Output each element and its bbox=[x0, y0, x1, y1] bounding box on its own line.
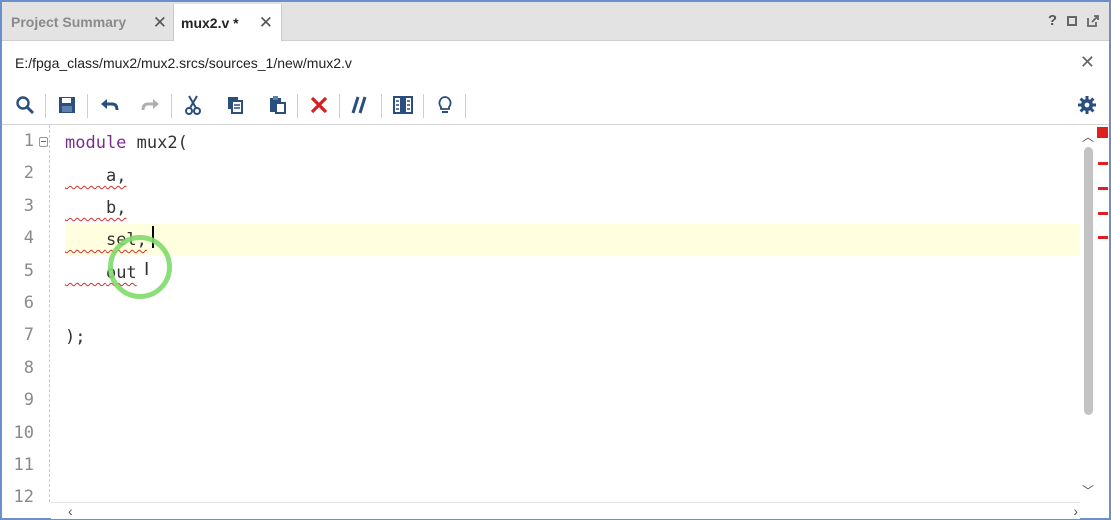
code-line-3: b, bbox=[65, 192, 126, 224]
code-line-1: module mux2( bbox=[65, 127, 188, 159]
tab-label: mux2.v * bbox=[181, 14, 239, 31]
toolbar-separator bbox=[339, 94, 340, 118]
line-number: 8 bbox=[23, 358, 34, 378]
line-number: 3 bbox=[23, 196, 34, 216]
fold-toggle-icon[interactable] bbox=[39, 137, 48, 147]
current-line-highlight bbox=[65, 224, 1080, 256]
lightbulb-icon[interactable] bbox=[434, 94, 456, 116]
horizontal-scrollbar[interactable]: ‹ › bbox=[51, 502, 1080, 519]
window-controls: ? bbox=[1048, 12, 1099, 29]
toolbar-separator bbox=[297, 94, 298, 118]
error-summary-marker[interactable] bbox=[1097, 127, 1108, 138]
code-text: a, bbox=[105, 166, 127, 186]
keyword: module bbox=[65, 133, 127, 153]
error-marker[interactable] bbox=[1098, 162, 1108, 165]
column-icon[interactable] bbox=[392, 94, 414, 116]
error-marker[interactable] bbox=[1098, 236, 1108, 239]
tab-project-summary[interactable]: Project Summary ✕ bbox=[2, 4, 172, 40]
code-text: ); bbox=[65, 327, 86, 347]
vertical-scrollbar[interactable]: ︿ ﹀ bbox=[1080, 125, 1095, 502]
line-number: 1 bbox=[23, 131, 34, 151]
code-text: b, bbox=[105, 198, 127, 218]
code-line-2: a, bbox=[65, 160, 126, 192]
line-number: 12 bbox=[13, 487, 34, 507]
settings-icon[interactable] bbox=[1076, 94, 1098, 116]
toolbar-separator bbox=[423, 94, 424, 118]
code-text-area[interactable]: module mux2( a, b, sel, out ); I bbox=[51, 125, 1080, 502]
scroll-down-icon[interactable]: ﹀ bbox=[1082, 482, 1094, 499]
toolbar-separator bbox=[87, 94, 88, 118]
code-text: mux2( bbox=[126, 133, 188, 153]
line-number: 11 bbox=[13, 455, 34, 475]
file-path-bar: E:/fpga_class/mux2/mux2.srcs/sources_1/n… bbox=[2, 41, 1109, 85]
line-number: 6 bbox=[23, 293, 34, 313]
toolbar-separator bbox=[465, 94, 466, 118]
undo-icon[interactable] bbox=[98, 94, 120, 116]
line-number: 4 bbox=[23, 228, 34, 248]
copy-icon[interactable] bbox=[224, 94, 246, 116]
comment-icon[interactable] bbox=[350, 94, 372, 116]
scroll-up-icon[interactable]: ︿ bbox=[1082, 128, 1094, 145]
scroll-right-icon[interactable]: › bbox=[1073, 503, 1078, 519]
help-icon[interactable]: ? bbox=[1048, 12, 1057, 29]
error-marker[interactable] bbox=[1098, 187, 1108, 190]
error-marker[interactable] bbox=[1098, 212, 1108, 215]
toolbar-separator bbox=[171, 94, 172, 118]
close-icon[interactable]: ✕ bbox=[259, 13, 273, 33]
tab-mux2-v[interactable]: mux2.v * ✕ bbox=[173, 4, 282, 41]
click-indicator bbox=[108, 235, 172, 299]
line-number: 7 bbox=[23, 325, 34, 345]
line-number: 2 bbox=[23, 163, 34, 183]
close-icon[interactable]: ✕ bbox=[1080, 52, 1095, 73]
line-number-gutter: 1 2 3 4 5 6 7 8 9 10 11 12 bbox=[2, 125, 50, 507]
close-icon[interactable]: ✕ bbox=[153, 13, 167, 33]
gutter-divider bbox=[49, 125, 50, 502]
line-number: 9 bbox=[23, 390, 34, 410]
code-editor[interactable]: 1 2 3 4 5 6 7 8 9 10 11 12 module mux2( … bbox=[2, 125, 1109, 507]
tab-label: Project Summary bbox=[11, 14, 127, 30]
tab-bar: Project Summary ✕ mux2.v * ✕ ? bbox=[2, 2, 1109, 41]
scrollbar-thumb[interactable] bbox=[1084, 147, 1093, 415]
delete-icon[interactable] bbox=[308, 94, 330, 116]
cut-icon[interactable] bbox=[182, 94, 204, 116]
save-icon[interactable] bbox=[56, 94, 78, 116]
paste-icon[interactable] bbox=[266, 94, 288, 116]
file-path: E:/fpga_class/mux2/mux2.srcs/sources_1/n… bbox=[15, 55, 352, 71]
redo-icon[interactable] bbox=[140, 94, 162, 116]
error-marker-strip bbox=[1096, 125, 1109, 502]
scroll-left-icon[interactable]: ‹ bbox=[68, 503, 73, 519]
toolbar-separator bbox=[381, 94, 382, 118]
code-line-7: ); bbox=[65, 321, 85, 353]
toolbar-separator bbox=[45, 94, 46, 118]
float-icon[interactable] bbox=[1087, 14, 1099, 27]
editor-toolbar bbox=[2, 86, 1109, 125]
maximize-icon[interactable] bbox=[1067, 15, 1077, 26]
line-number: 5 bbox=[23, 261, 34, 281]
line-number: 10 bbox=[13, 423, 34, 443]
editor-window: Project Summary ✕ mux2.v * ✕ ? E:/fpga_c… bbox=[0, 0, 1111, 520]
search-icon[interactable] bbox=[14, 94, 36, 116]
